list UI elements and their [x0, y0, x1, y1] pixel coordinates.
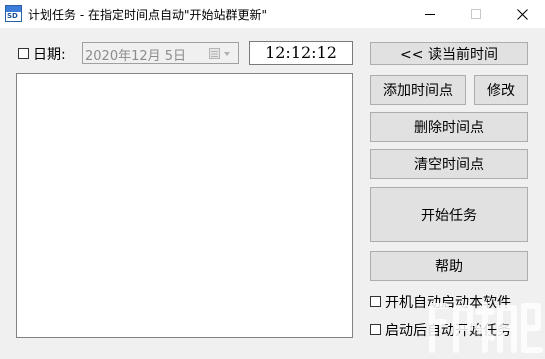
clear-time-points-button[interactable]: 清空时间点	[370, 149, 528, 179]
window-title: 计划任务 - 在指定时间点自动"开始站群更新"	[28, 8, 267, 22]
delete-time-point-button[interactable]: 删除时间点	[370, 112, 528, 142]
autostart-checkbox[interactable]	[370, 296, 381, 307]
read-current-time-button[interactable]: << 读当前时间	[370, 42, 528, 65]
start-task-button[interactable]: 开始任务	[370, 187, 528, 242]
close-icon	[516, 8, 528, 20]
date-label: 日期:	[33, 47, 66, 63]
modify-button[interactable]: 修改	[474, 75, 528, 105]
maximize-icon	[471, 9, 481, 19]
title-bar: SD 计划任务 - 在指定时间点自动"开始站群更新"	[0, 0, 545, 28]
watermark-logo	[426, 298, 545, 355]
minimize-icon	[425, 14, 435, 15]
time-input[interactable]: 12:12:12	[249, 41, 353, 65]
add-time-point-button[interactable]: 添加时间点	[370, 75, 466, 105]
date-value: 2020年12月 5日	[85, 49, 187, 64]
date-picker[interactable]: 2020年12月 5日	[82, 42, 239, 64]
help-button[interactable]: 帮助	[370, 251, 528, 281]
time-point-list[interactable]	[16, 73, 353, 338]
close-button[interactable]	[499, 0, 545, 28]
maximize-button[interactable]	[453, 0, 499, 28]
app-icon-label: SD	[7, 12, 18, 20]
minimize-button[interactable]	[407, 0, 453, 28]
date-checkbox[interactable]	[18, 48, 29, 59]
app-icon: SD	[5, 5, 22, 22]
autostart-task-checkbox[interactable]	[370, 324, 381, 335]
calendar-dropdown-icon[interactable]	[209, 48, 235, 60]
